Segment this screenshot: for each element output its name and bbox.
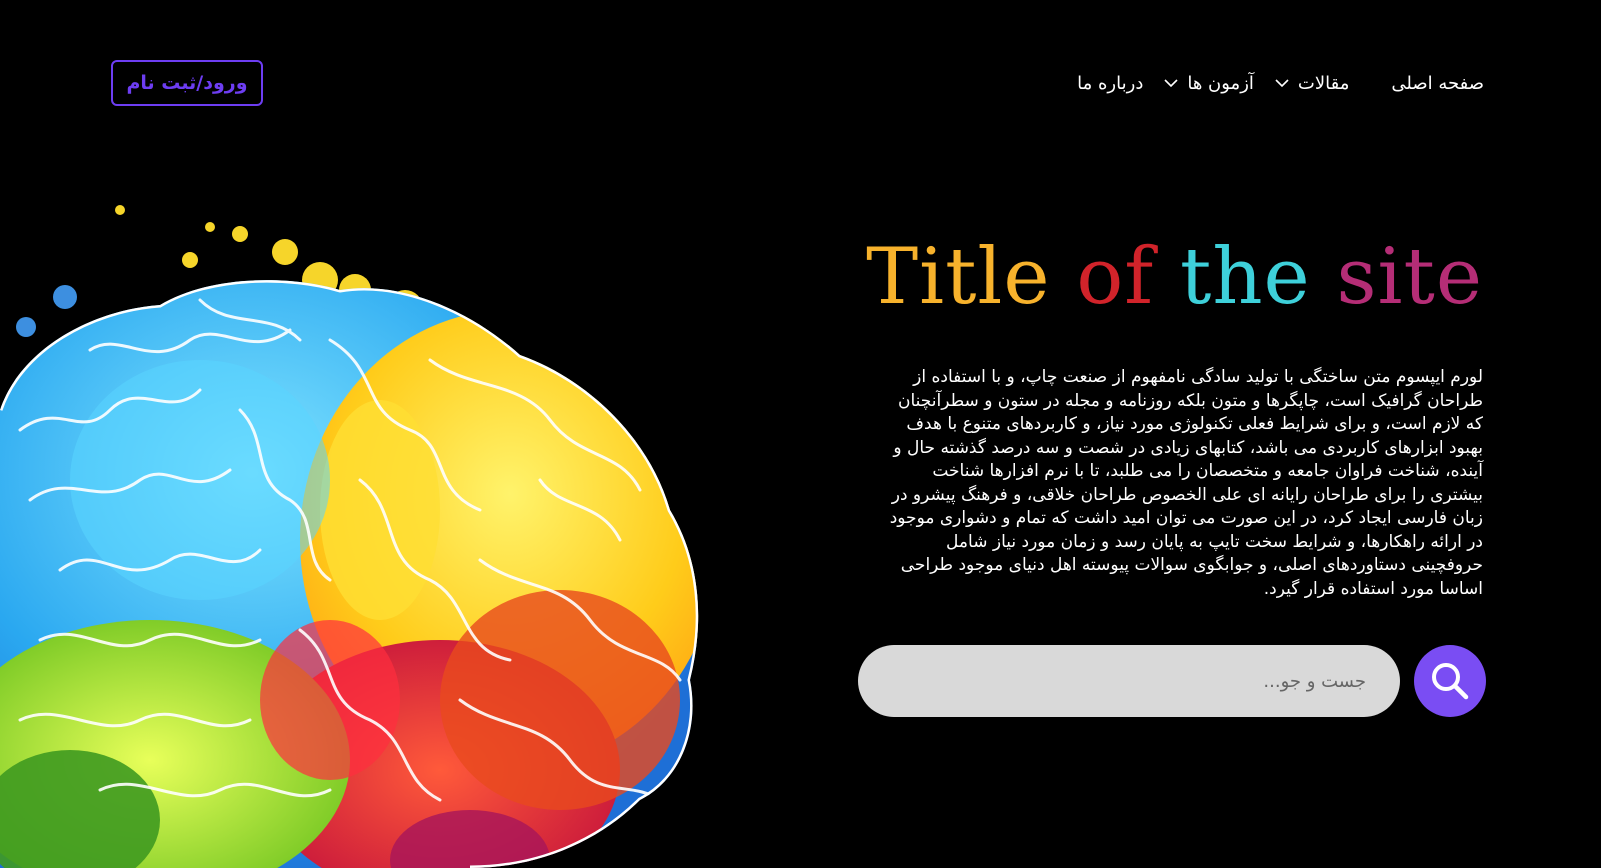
hero-description-line: که لازم است، و برای شرایط فعلی تکنولوژی … <box>906 414 1483 434</box>
chevron-down-icon <box>1164 79 1178 88</box>
nav-item-articles-label: مقالات <box>1297 72 1350 94</box>
nav-item-tests-label: آزمون ها <box>1187 72 1254 94</box>
site-title-word-4: site <box>1336 232 1483 322</box>
brain-illustration <box>0 205 699 868</box>
hero-description: لورم ایپسوم متن ساختگی با تولید سادگی نا… <box>838 366 1483 601</box>
nav-item-home[interactable]: صفحه اصلی <box>1391 73 1484 94</box>
search-icon <box>1432 663 1469 700</box>
site-title-word-1: Title <box>866 232 1051 322</box>
main-nav: درباره ما آزمون ها مقالات صفحه اصلی <box>1077 66 1484 100</box>
hero-description-line: بهبود ابزارهای کاربردی می باشد، کتابهای … <box>893 437 1483 458</box>
nav-item-articles[interactable]: مقالات <box>1274 73 1349 94</box>
hero-description-line: آینده، شناخت فراوان جامعه و متخصصان را م… <box>932 461 1483 481</box>
nav-item-about-label: درباره ما <box>1077 72 1144 94</box>
hero-description-line: زبان فارسی ایجاد کرد، در این صورت می توا… <box>889 508 1483 528</box>
login-register-button[interactable]: ورود/ثبت نام <box>111 60 263 106</box>
search-input[interactable] <box>858 645 1400 717</box>
nav-item-home-label: صفحه اصلی <box>1391 72 1484 94</box>
hero-description-line: طراحان گرافیک است، چاپگرها و متون بلکه ر… <box>898 390 1483 411</box>
site-title-word-2: of <box>1076 232 1155 322</box>
hero-description-line: اساسا مورد استفاده قرار گیرد. <box>1263 578 1483 599</box>
hero-description-line: حروفچینی دستاوردهای اصلی، و جوابگوی سوال… <box>900 555 1483 575</box>
site-title-word-3: the <box>1179 232 1311 322</box>
site-title: Title of the site <box>866 238 1483 316</box>
chevron-down-icon <box>1275 79 1289 88</box>
hero-description-line: بیشتری را برای طراحان رایانه ای علی الخص… <box>891 484 1483 505</box>
search-button[interactable] <box>1414 645 1486 717</box>
hero-description-line: در ارائه راهکارها، و شرایط سخت تایپ به پ… <box>946 531 1483 552</box>
hero-description-line: لورم ایپسوم متن ساختگی با تولید سادگی نا… <box>913 367 1483 387</box>
nav-item-about[interactable]: درباره ما <box>1077 73 1143 94</box>
nav-item-tests[interactable]: آزمون ها <box>1163 73 1254 94</box>
